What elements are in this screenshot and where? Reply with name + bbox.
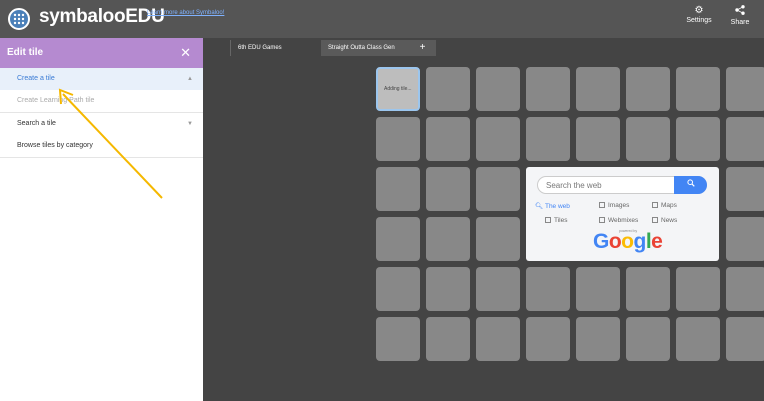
tile[interactable] — [576, 67, 620, 111]
top-bar: symbalooEDU Learn more about Symbaloo! ⚙… — [0, 0, 764, 38]
add-tab-button[interactable]: + — [409, 40, 436, 56]
chevron-down-icon[interactable]: ▼ — [187, 113, 193, 135]
tile[interactable] — [376, 267, 420, 311]
tile[interactable] — [476, 317, 520, 361]
tab-6th-edu-games[interactable]: 6th EDU Games — [230, 40, 325, 56]
tile[interactable] — [576, 267, 620, 311]
settings-label: Settings — [686, 17, 712, 24]
image-icon — [599, 202, 605, 208]
share-icon — [725, 5, 755, 19]
tile[interactable] — [676, 267, 720, 311]
tile[interactable] — [676, 67, 720, 111]
tile[interactable] — [476, 167, 520, 211]
tile[interactable] — [426, 217, 470, 261]
chevron-up-icon[interactable]: ▲ — [187, 68, 193, 90]
option-label: Tiles — [554, 217, 568, 224]
tile-icon — [545, 217, 551, 223]
tile[interactable] — [526, 117, 570, 161]
gear-icon: ⚙ — [694, 5, 704, 16]
option-label: News — [661, 217, 678, 224]
tile[interactable] — [626, 317, 670, 361]
tile[interactable] — [726, 117, 764, 161]
option-label: Webmixes — [608, 217, 639, 224]
tile[interactable] — [726, 267, 764, 311]
create-tile-label: Create a tile — [17, 75, 55, 82]
create-tile-item[interactable]: Create a tile ▲ — [0, 68, 203, 90]
option-news[interactable]: News — [652, 217, 677, 224]
google-logo: Google — [593, 230, 663, 253]
tile[interactable] — [376, 167, 420, 211]
create-learning-path-item[interactable]: Create Learning Path tile — [0, 90, 203, 112]
google-search-widget: Search the web 🔍︎ The web Images Maps Ti… — [526, 167, 719, 261]
tile[interactable] — [426, 67, 470, 111]
tile[interactable] — [576, 117, 620, 161]
settings-button[interactable]: ⚙ Settings — [683, 5, 715, 24]
panel-header: Edit tile ✕ — [0, 38, 203, 68]
search-placeholder: Search the web — [546, 181, 602, 190]
browse-tiles-item[interactable]: Browse tiles by category — [0, 135, 203, 157]
option-tiles[interactable]: Tiles — [545, 217, 567, 224]
search-tile-item[interactable]: Search a tile ▼ — [0, 113, 203, 135]
tile[interactable] — [476, 267, 520, 311]
webmix-icon — [599, 217, 605, 223]
option-label: Maps — [661, 202, 677, 209]
tile[interactable] — [526, 317, 570, 361]
search-icon: 🔍︎ — [535, 203, 544, 210]
map-icon — [652, 202, 658, 208]
tile[interactable] — [676, 117, 720, 161]
option-label: Images — [608, 202, 630, 209]
tile[interactable] — [626, 267, 670, 311]
browse-tiles-label: Browse tiles by category — [17, 142, 93, 149]
share-label: Share — [730, 19, 750, 26]
brand-name[interactable]: symbalooEDU — [39, 6, 165, 28]
tile[interactable] — [476, 67, 520, 111]
share-button[interactable]: Share — [725, 5, 755, 26]
tile[interactable] — [376, 117, 420, 161]
option-images[interactable]: Images — [599, 202, 629, 209]
tile[interactable] — [476, 217, 520, 261]
tile[interactable] — [426, 267, 470, 311]
tile[interactable] — [626, 117, 670, 161]
tile[interactable] — [526, 67, 570, 111]
tile[interactable] — [726, 167, 764, 211]
search-input[interactable]: Search the web — [537, 176, 707, 194]
tile[interactable] — [676, 317, 720, 361]
tile[interactable] — [576, 317, 620, 361]
tile[interactable] — [726, 67, 764, 111]
panel-title: Edit tile — [7, 47, 44, 58]
learn-more-link[interactable]: Learn more about Symbaloo! — [147, 10, 224, 16]
divider — [0, 157, 203, 158]
search-button[interactable] — [674, 176, 707, 194]
option-webmixes[interactable]: Webmixes — [599, 217, 638, 224]
adding-tile[interactable]: Adding tile... — [376, 67, 420, 111]
tile[interactable] — [726, 217, 764, 261]
edit-tile-panel: Edit tile ✕ Create a tile ▲ Create Learn… — [0, 38, 203, 401]
option-maps[interactable]: Maps — [652, 202, 677, 209]
tile[interactable] — [426, 117, 470, 161]
option-the-web[interactable]: 🔍︎ The web — [535, 202, 570, 210]
option-label: The web — [544, 203, 570, 210]
tile[interactable] — [376, 217, 420, 261]
tile[interactable] — [376, 317, 420, 361]
close-icon[interactable]: ✕ — [180, 45, 191, 61]
create-learning-path-label: Create Learning Path tile — [17, 97, 95, 104]
search-tile-label: Search a tile — [17, 120, 56, 127]
tile[interactable] — [476, 117, 520, 161]
tile[interactable] — [626, 67, 670, 111]
tile[interactable] — [426, 317, 470, 361]
tab-straight-outta-class-gen[interactable]: Straight Outta Class Gen — [321, 40, 415, 56]
tile[interactable] — [726, 317, 764, 361]
symbaloo-logo-icon[interactable] — [8, 8, 30, 30]
tile[interactable] — [526, 267, 570, 311]
search-icon — [686, 179, 695, 187]
news-icon — [652, 217, 658, 223]
tile[interactable] — [426, 167, 470, 211]
